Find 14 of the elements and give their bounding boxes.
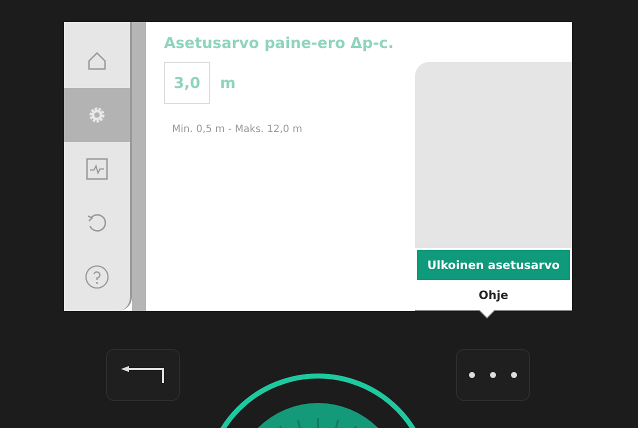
context-menu-item[interactable]: Ulkoinen asetusarvo bbox=[417, 250, 570, 280]
back-button[interactable] bbox=[106, 349, 180, 401]
page-title: Asetusarvo paine-ero Δp-c. bbox=[164, 34, 395, 52]
more-button[interactable] bbox=[456, 349, 530, 401]
help-icon bbox=[85, 265, 109, 289]
sidebar-item[interactable] bbox=[64, 88, 130, 142]
home-icon bbox=[87, 51, 107, 71]
more-dots-icon bbox=[468, 371, 518, 379]
settings-icon bbox=[87, 105, 107, 125]
pulse-monitor-icon bbox=[86, 158, 108, 180]
back-arrow-icon bbox=[119, 365, 167, 385]
range-hint: Min. 0,5 m - Maks. 12,0 m bbox=[172, 124, 304, 135]
undo-icon bbox=[86, 212, 108, 234]
unit-label: m bbox=[220, 74, 236, 92]
